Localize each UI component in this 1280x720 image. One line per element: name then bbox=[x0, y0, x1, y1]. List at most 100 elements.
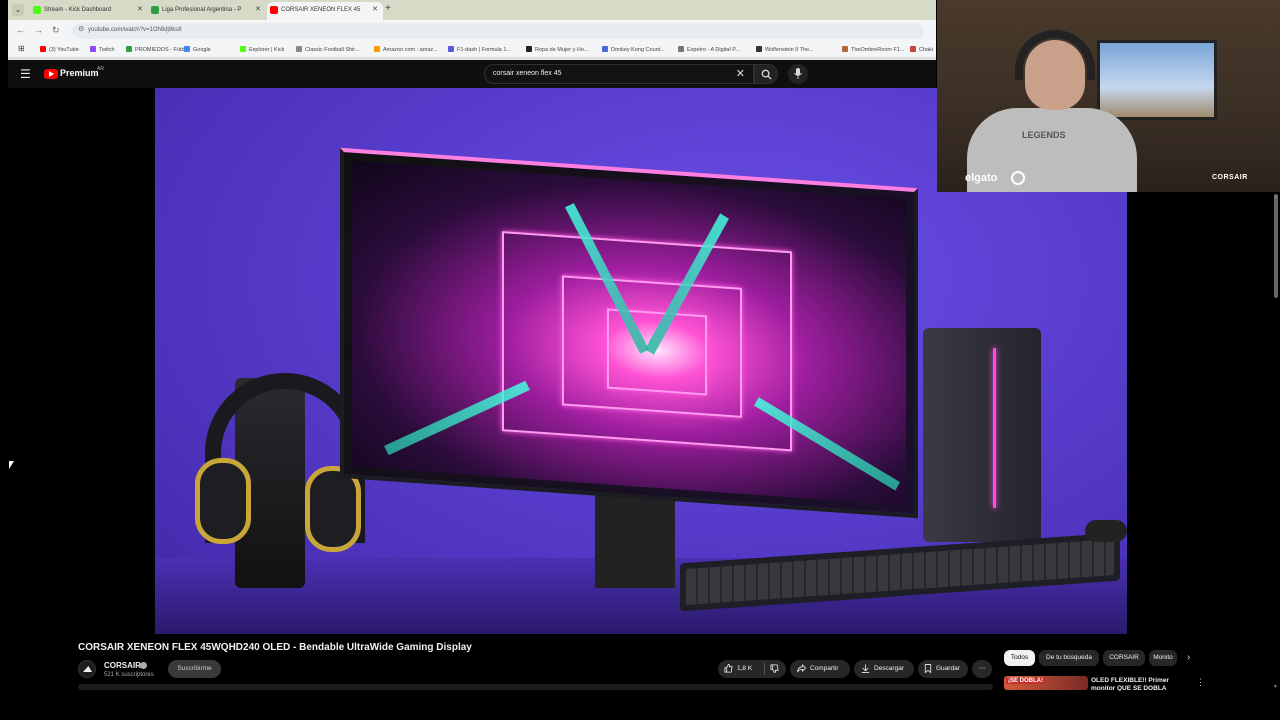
search-input[interactable]: corsair xeneon flex 45 ✕ bbox=[484, 64, 754, 84]
search-icon bbox=[761, 69, 772, 80]
forward-arrow-icon[interactable]: → bbox=[34, 25, 43, 35]
bookmark-label: (3) YouTube bbox=[49, 47, 79, 53]
mouse-cursor-icon bbox=[9, 461, 14, 469]
bookmark-label: TheOmbreRoom F1... bbox=[851, 47, 905, 53]
headset-earcup bbox=[305, 466, 361, 552]
back-arrow-icon[interactable]: ← bbox=[16, 25, 25, 35]
save-button[interactable]: Guardar bbox=[918, 660, 968, 678]
related-more-icon[interactable]: ⋮ bbox=[1196, 677, 1205, 688]
video-title: CORSAIR XENEON FLEX 45WQHD240 OLED - Ben… bbox=[78, 642, 472, 653]
youtube-favicon-icon bbox=[270, 6, 278, 14]
chevron-right-icon[interactable]: › bbox=[1187, 652, 1190, 663]
bookmark-favicon-icon bbox=[374, 46, 380, 52]
like-count[interactable]: 1,8 K bbox=[737, 660, 752, 678]
channel-avatar[interactable] bbox=[78, 660, 96, 678]
like-dislike-group: 1,8 K bbox=[718, 660, 786, 678]
bookmark-label: PROMIEDOS - Fútb... bbox=[135, 47, 190, 53]
clear-search-icon[interactable]: ✕ bbox=[736, 67, 745, 80]
channel-name[interactable]: CORSAIR bbox=[104, 661, 141, 670]
monitor-stand bbox=[595, 488, 675, 588]
bookmark-favicon-icon bbox=[448, 46, 454, 52]
tab-liga-profesional[interactable]: Liga Profesional Argentina - P ✕ bbox=[148, 2, 266, 20]
bookmark-label: F1-dash | Formula 1... bbox=[457, 47, 512, 53]
description-box[interactable] bbox=[78, 684, 993, 690]
voice-search-button[interactable] bbox=[788, 64, 808, 84]
bookmark-label: Chaki bbox=[919, 47, 934, 53]
chip-from-search[interactable]: De tu búsqueda bbox=[1039, 650, 1099, 666]
country-code: AR bbox=[97, 66, 104, 72]
tab-search-icon[interactable]: ⌄ bbox=[12, 4, 24, 16]
bookmark-item[interactable]: Espetro - A Digital P... bbox=[678, 46, 740, 53]
bookmark-favicon-icon bbox=[756, 46, 762, 52]
menu-icon[interactable]: ☰ bbox=[20, 67, 31, 81]
apps-grid-icon[interactable]: ⊞ bbox=[18, 44, 25, 53]
save-label: Guardar bbox=[936, 665, 960, 672]
thumbs-down-icon[interactable] bbox=[770, 664, 779, 673]
download-label: Descargar bbox=[874, 665, 904, 672]
bookmark-label: Classic Football Shir... bbox=[305, 47, 360, 53]
site-info-icon[interactable]: ⚙ bbox=[78, 25, 84, 33]
youtube-logo-icon[interactable] bbox=[44, 69, 58, 79]
bookmark-favicon-icon bbox=[40, 46, 46, 52]
bookmark-label: Wolfenstein II The... bbox=[765, 47, 814, 53]
tab-close-icon[interactable]: ✕ bbox=[372, 2, 378, 18]
bookmark-favicon-icon bbox=[526, 46, 532, 52]
bookmark-label: Donkey Kong Count... bbox=[611, 47, 665, 53]
bookmark-item[interactable]: Chaki bbox=[910, 46, 933, 53]
pc-light-strip bbox=[993, 348, 996, 508]
liga-favicon-icon bbox=[151, 6, 159, 14]
bookmark-favicon-icon bbox=[602, 46, 608, 52]
new-tab-button[interactable]: + bbox=[385, 3, 391, 14]
bookmark-favicon-icon bbox=[126, 46, 132, 52]
scroll-down-icon[interactable]: ▼ bbox=[1273, 684, 1278, 690]
related-video-title[interactable]: OLED FLEXIBLE!! Primer monitor QUE SE DO… bbox=[1091, 677, 1187, 691]
browser-toolbar: ← → ↻ ⚙ youtube.com/watch?v=1Oh8dj9ks8 bbox=[8, 20, 936, 42]
tab-title: Stream - Kick Dashboard bbox=[44, 7, 112, 13]
subscribe-button[interactable]: Suscribirme bbox=[168, 660, 221, 678]
chip-monitors[interactable]: Monito bbox=[1149, 650, 1177, 666]
bookmark-label: Google bbox=[193, 47, 211, 53]
reload-icon[interactable]: ↻ bbox=[52, 25, 60, 36]
bookmark-item[interactable]: F1-dash | Formula 1... bbox=[448, 46, 511, 53]
scrollbar-thumb[interactable] bbox=[1274, 194, 1278, 298]
tab-kick-dashboard[interactable]: Stream - Kick Dashboard ✕ bbox=[30, 2, 148, 20]
download-button[interactable]: Descargar bbox=[854, 660, 914, 678]
more-actions-button[interactable]: ⋯ bbox=[972, 660, 992, 678]
bookmark-item[interactable]: Donkey Kong Count... bbox=[602, 46, 665, 53]
search-button[interactable] bbox=[754, 64, 778, 84]
tab-strip: ⌄ Stream - Kick Dashboard ✕ Liga Profesi… bbox=[8, 0, 936, 20]
bookmark-item[interactable]: PROMIEDOS - Fútb... bbox=[126, 46, 189, 53]
streamer-headset bbox=[1015, 30, 1095, 80]
bookmark-item[interactable]: Explorer | Kick bbox=[240, 46, 284, 53]
scroll-up-icon[interactable]: ▲ bbox=[1273, 194, 1278, 200]
youtube-header: ☰ Premium AR corsair xeneon flex 45 ✕ bbox=[8, 60, 936, 88]
share-button[interactable]: Compartir bbox=[790, 660, 850, 678]
related-video-thumbnail[interactable]: ¡SE DOBLA! bbox=[1004, 676, 1088, 690]
chip-corsair[interactable]: CORSAIR bbox=[1103, 650, 1145, 666]
microphone-icon bbox=[794, 68, 802, 79]
bookmark-item[interactable]: Ropa de Mujer y Ho... bbox=[526, 46, 589, 53]
tab-corsair-video[interactable]: CORSAIR XENEON FLEX 45 ✕ bbox=[267, 2, 383, 20]
tab-close-icon[interactable]: ✕ bbox=[255, 2, 261, 18]
youtube-premium-label[interactable]: Premium bbox=[60, 68, 99, 78]
elgato-mark-icon bbox=[1011, 171, 1025, 185]
bookmark-item[interactable]: Wolfenstein II The... bbox=[756, 46, 814, 53]
neon-frame bbox=[607, 308, 707, 396]
bookmark-favicon-icon bbox=[184, 46, 190, 52]
bookmark-item[interactable]: Twitch bbox=[90, 46, 115, 53]
address-bar[interactable]: ⚙ youtube.com/watch?v=1Oh8dj9ks8 bbox=[72, 23, 924, 39]
subscriber-count: 521 K suscriptores bbox=[104, 672, 154, 678]
bookmark-item[interactable]: (3) YouTube bbox=[40, 46, 79, 53]
bookmark-favicon-icon bbox=[910, 46, 916, 52]
bookmark-label: Amazon.com : amaz... bbox=[383, 47, 438, 53]
elgato-logo: elgato bbox=[965, 172, 998, 184]
tab-title: CORSAIR XENEON FLEX 45 bbox=[281, 7, 361, 13]
bookmark-item[interactable]: TheOmbreRoom F1... bbox=[842, 46, 905, 53]
thumbs-up-icon[interactable] bbox=[724, 664, 733, 673]
page-scrollbar[interactable] bbox=[1272, 192, 1280, 692]
bookmark-item[interactable]: Google bbox=[184, 46, 211, 53]
chip-all[interactable]: Todos bbox=[1004, 650, 1035, 666]
bookmark-item[interactable]: Amazon.com : amaz... bbox=[374, 46, 438, 53]
tab-close-icon[interactable]: ✕ bbox=[137, 2, 143, 18]
bookmark-item[interactable]: Classic Football Shir... bbox=[296, 46, 359, 53]
